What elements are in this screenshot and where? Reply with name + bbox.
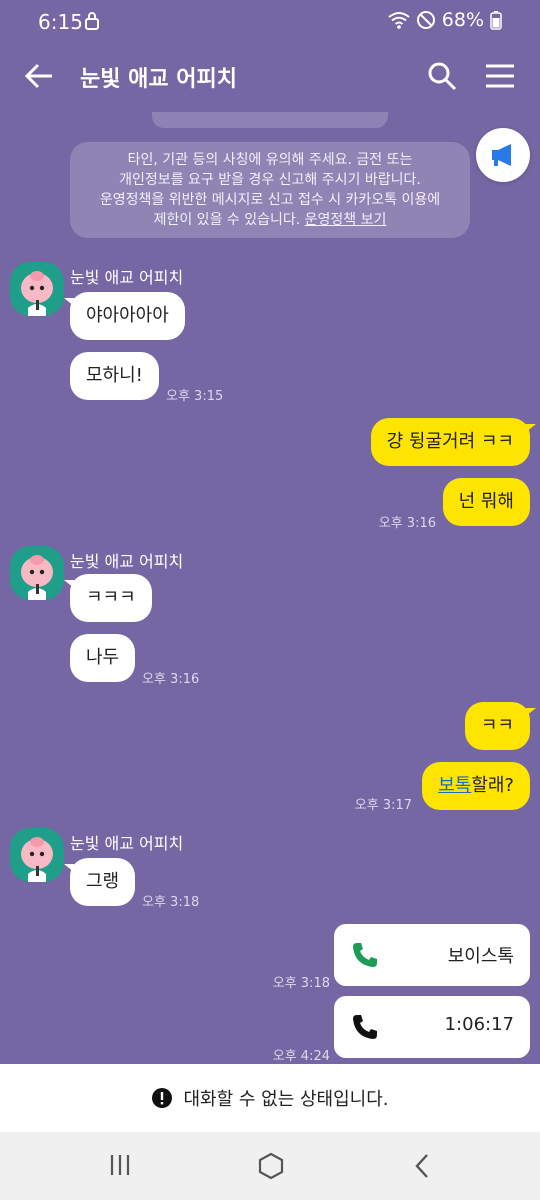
message-time: 오후 3:17	[354, 798, 412, 813]
do-not-disturb-icon	[416, 11, 435, 29]
call-duration: 1:06:17	[444, 1014, 514, 1035]
policy-link[interactable]: 운영정책 보기	[305, 212, 387, 228]
wifi-icon	[388, 12, 410, 29]
announcement-button[interactable]	[476, 128, 530, 182]
avatar[interactable]	[10, 546, 64, 600]
home-icon[interactable]	[257, 1152, 285, 1180]
message-bubble[interactable]: ㅋㅋ	[464, 702, 537, 750]
notice-line: 제한이 있을 수 있습니다. 운영정책 보기	[70, 210, 470, 230]
phone-icon	[353, 943, 377, 967]
apeach-avatar-image	[21, 271, 53, 316]
message-bubble[interactable]: ㅋㅋㅋ	[64, 574, 152, 622]
recent-apps-icon[interactable]	[108, 1152, 132, 1178]
avatar[interactable]	[10, 262, 64, 316]
notice-line: 운영정책을 위반한 메시지로 신고 접수 시 카카오톡 이용에	[99, 192, 441, 208]
message-bubble[interactable]: 넌 뭐해	[442, 478, 530, 526]
lock-icon	[85, 12, 99, 30]
notice-line: 타인, 기관 등의 사칭에 유의해 주세요. 금전 또는	[127, 152, 413, 168]
message-time: 오후 3:18	[272, 976, 330, 991]
chat-unavailable-bar: 대화할 수 없는 상태입니다.	[0, 1064, 540, 1132]
message-bubble[interactable]: 모하니!	[70, 352, 159, 400]
botok-link[interactable]: 보톡	[438, 775, 471, 796]
hamburger-menu-icon[interactable]	[484, 62, 516, 90]
avatar[interactable]	[10, 828, 64, 882]
apeach-avatar-image	[21, 837, 53, 882]
message-bubble[interactable]: 보톡할래?	[422, 762, 530, 810]
chat-unavailable-text: 대화할 수 없는 상태입니다.	[183, 1089, 389, 1110]
call-label: 보이스톡	[447, 946, 514, 967]
message-bubble[interactable]: 야아아아아	[64, 292, 185, 340]
voice-talk-call-card[interactable]: 보이스톡	[334, 924, 530, 986]
sender-name: 눈빛 애교 어피치	[70, 268, 184, 287]
notice-text: 제한이 있을 수 있습니다.	[153, 212, 305, 228]
voice-talk-call-card[interactable]: 1:06:17	[334, 996, 530, 1058]
message-time: 오후 4:24	[272, 1049, 330, 1064]
message-time: 오후 3:16	[378, 516, 436, 531]
apeach-avatar-image	[21, 555, 53, 600]
message-time: 오후 3:16	[142, 672, 200, 687]
safety-notice: 타인, 기관 등의 사칭에 유의해 주세요. 금전 또는 개인정보를 요구 받을…	[70, 142, 470, 238]
message-time: 오후 3:15	[166, 389, 224, 404]
system-nav-bar	[0, 1132, 540, 1200]
sender-name: 눈빛 애교 어피치	[70, 552, 184, 571]
back-arrow-icon[interactable]	[22, 58, 58, 94]
alert-icon	[152, 1088, 173, 1108]
search-icon[interactable]	[426, 60, 458, 92]
megaphone-icon	[492, 144, 511, 166]
nav-back-icon[interactable]	[412, 1152, 432, 1180]
battery-icon	[490, 11, 502, 30]
message-bubble[interactable]: 걍 뒹굴거려 ㅋㅋ	[370, 418, 537, 466]
phone-icon	[353, 1015, 377, 1039]
notice-line: 개인정보를 요구 받을 경우 신고해 주시기 바랍니다.	[119, 172, 421, 188]
message-bubble[interactable]: 그랭	[63, 858, 136, 906]
battery-percent: 68%	[441, 9, 484, 31]
status-bar: 6:15 68%	[0, 0, 540, 44]
message-text: 할래?	[471, 775, 514, 796]
previous-notice-edge	[152, 112, 388, 128]
chat-header: 눈빛 애교 어피치	[0, 44, 540, 108]
message-bubble[interactable]: 나두	[70, 634, 136, 682]
status-time: 6:15	[38, 10, 83, 34]
chat-title: 눈빛 애교 어피치	[80, 67, 237, 92]
sender-name: 눈빛 애교 어피치	[70, 834, 184, 853]
message-time: 오후 3:18	[142, 895, 200, 910]
